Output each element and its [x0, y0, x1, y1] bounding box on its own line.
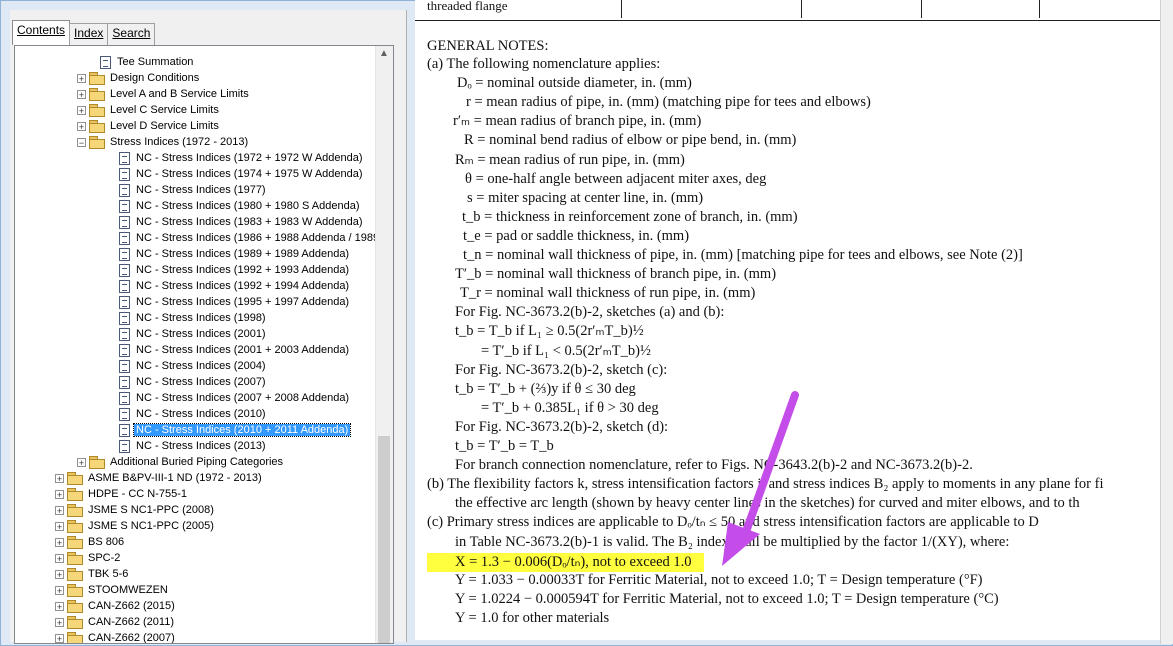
arrow-shaft — [739, 391, 799, 544]
document-scrollbar[interactable] — [1160, 0, 1173, 644]
annotation-arrow — [722, 391, 799, 566]
arrow-head — [722, 522, 760, 566]
